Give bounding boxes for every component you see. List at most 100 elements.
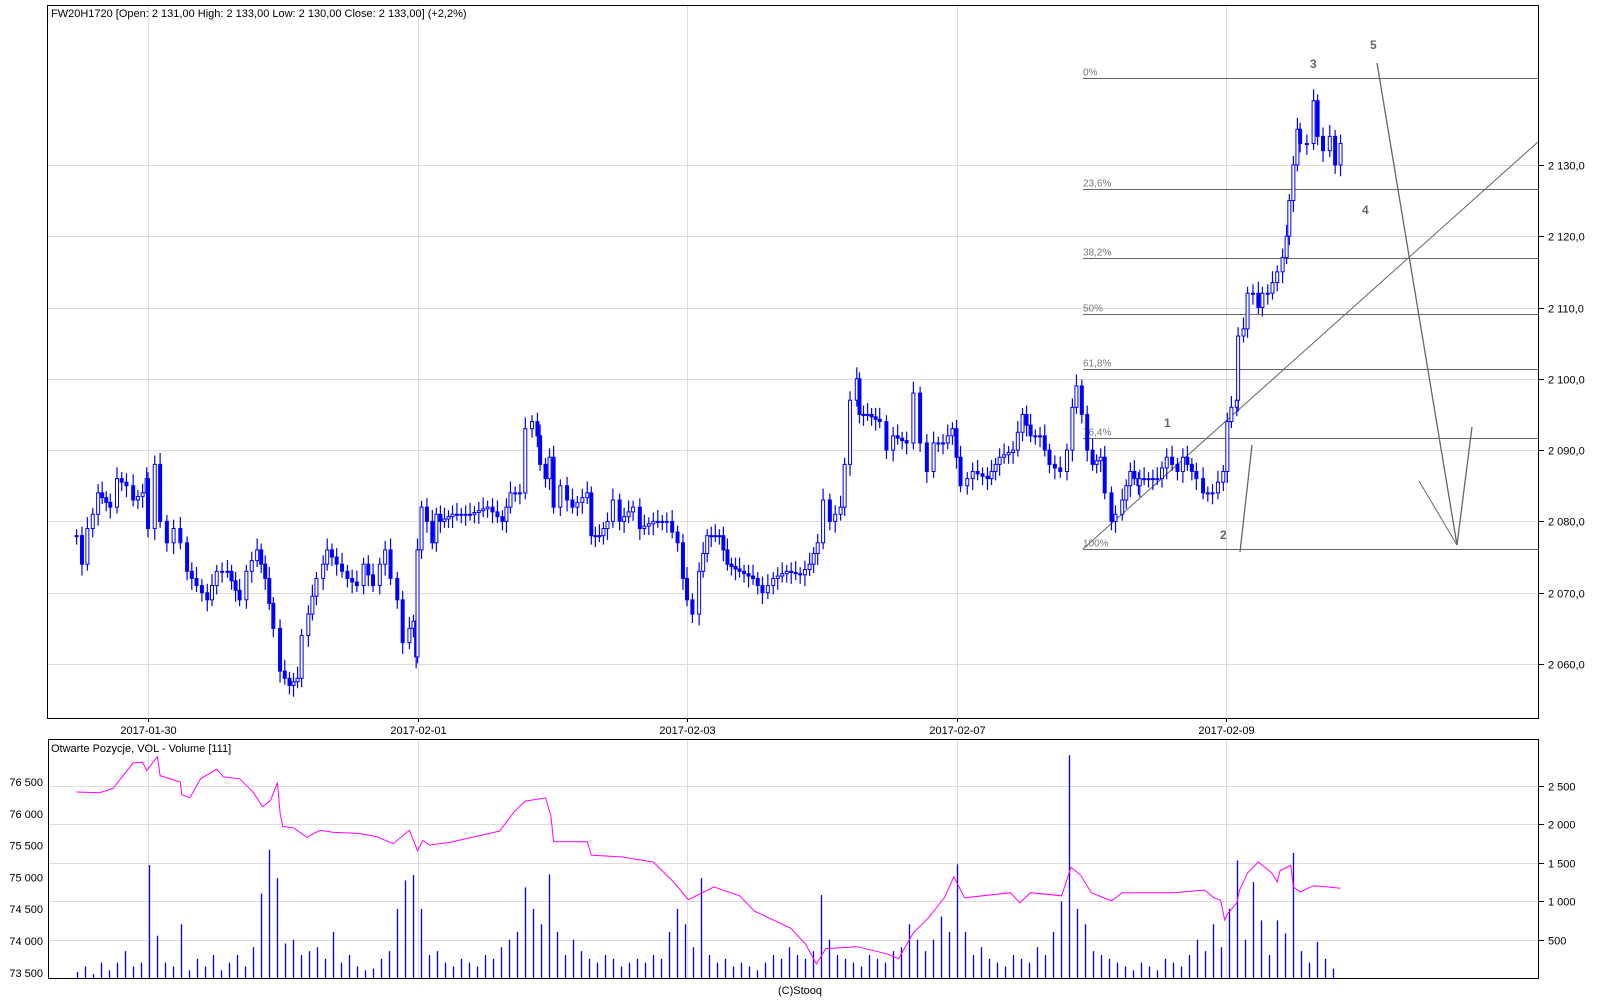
candle-up (1260, 292, 1265, 308)
candle-up (631, 506, 636, 513)
open-interest-tick-label: 75 000 (9, 872, 43, 884)
candle-up (523, 428, 528, 494)
candle-down (543, 463, 548, 480)
candle-down (1170, 456, 1175, 465)
candle-up (1180, 456, 1185, 472)
candle-down (1052, 463, 1057, 469)
open-interest-tick-label: 74 000 (9, 936, 43, 948)
candle-down (430, 520, 435, 544)
candle-up (622, 516, 627, 522)
candle-up (255, 549, 260, 562)
candle-down (104, 497, 109, 503)
candle-up (513, 492, 518, 495)
candle-up (459, 513, 464, 516)
candle-down (194, 577, 199, 587)
candle-down (742, 570, 747, 575)
price-tick-label: 2 100,0 (1548, 375, 1585, 387)
price-tick-label: 2 070,0 (1548, 589, 1585, 601)
candle-up (593, 535, 598, 538)
candle-up (210, 585, 215, 601)
candle-down (282, 670, 287, 679)
candle-down (675, 531, 680, 544)
candle-down (278, 627, 283, 672)
candle-up (838, 506, 843, 515)
candle-up (833, 513, 838, 522)
volume-tick-label: 2 500 (1548, 782, 1576, 794)
candle-down (900, 437, 905, 442)
date-tick-label: 2017-02-01 (390, 725, 446, 737)
candle-down (690, 599, 695, 615)
candle-up (945, 435, 950, 444)
candle-down (495, 511, 500, 518)
candle-down (164, 520, 169, 544)
price-tick-label: 2 120,0 (1548, 232, 1585, 244)
open-interest-tick-label: 73 500 (9, 968, 43, 980)
candle-down (189, 570, 194, 579)
candle-down (1201, 478, 1206, 494)
volume-tick-label: 2 000 (1548, 820, 1576, 832)
candle-up (1124, 485, 1129, 501)
candle-up (780, 573, 785, 577)
stooq-chart: 0%23,6%38,2%50%61,8%76,4%100% 1 2 3 4 5 … (0, 0, 1600, 1000)
candle-down (334, 556, 339, 565)
candle-up (472, 511, 477, 515)
candle-up (415, 549, 420, 658)
candle-up (249, 560, 254, 572)
candle-up (1215, 481, 1220, 494)
candle-up (965, 478, 970, 487)
candle-up (993, 463, 998, 472)
candle-up (1221, 470, 1226, 483)
candle-up (936, 442, 941, 445)
candle-up (815, 542, 820, 554)
candle-up (717, 535, 722, 538)
candle-down (565, 485, 570, 501)
candle-up (931, 442, 936, 472)
candle-down (798, 573, 803, 576)
candle-down (869, 413, 874, 418)
candle-down (954, 428, 959, 458)
candle-up (295, 677, 300, 683)
candle-up (463, 513, 468, 516)
candle-up (419, 506, 424, 551)
candle-down (680, 542, 685, 579)
candle-down (737, 568, 742, 572)
candle-down (340, 563, 345, 572)
candle-up (1159, 467, 1164, 480)
background (0, 0, 1600, 1000)
candle-up (450, 513, 455, 518)
candle-up (705, 535, 710, 554)
candle-down (1047, 449, 1052, 465)
candle-up (1245, 292, 1250, 330)
candle-up (152, 463, 157, 530)
candle-up (970, 470, 975, 480)
candle-up (1291, 164, 1296, 202)
candle-up (220, 570, 225, 573)
candle-down (1085, 413, 1090, 451)
candle-up (1236, 335, 1241, 401)
candle-up (784, 570, 789, 575)
candle-up (1150, 478, 1155, 481)
candle-down (793, 571, 798, 575)
price-tick-label: 2 080,0 (1548, 517, 1585, 529)
candle-up (306, 613, 311, 636)
candle-up (1015, 431, 1020, 451)
candle-down (263, 563, 268, 579)
candle-up (802, 569, 807, 576)
candle-up (1070, 406, 1075, 451)
candle-down (755, 577, 760, 587)
candle-up (96, 492, 101, 515)
candle-down (570, 499, 575, 508)
candle-up (90, 513, 95, 530)
candle-down (873, 416, 878, 420)
candle-up (997, 456, 1002, 465)
candle-down (733, 566, 738, 570)
candle-up (244, 570, 249, 601)
candle-up (1327, 135, 1332, 152)
candle-down (131, 485, 136, 501)
candle-up (1142, 478, 1147, 481)
candle-up (646, 523, 651, 527)
candle-down (371, 574, 376, 587)
candle-down (271, 602, 276, 629)
candle-up (861, 413, 866, 416)
candle-up (85, 528, 90, 565)
